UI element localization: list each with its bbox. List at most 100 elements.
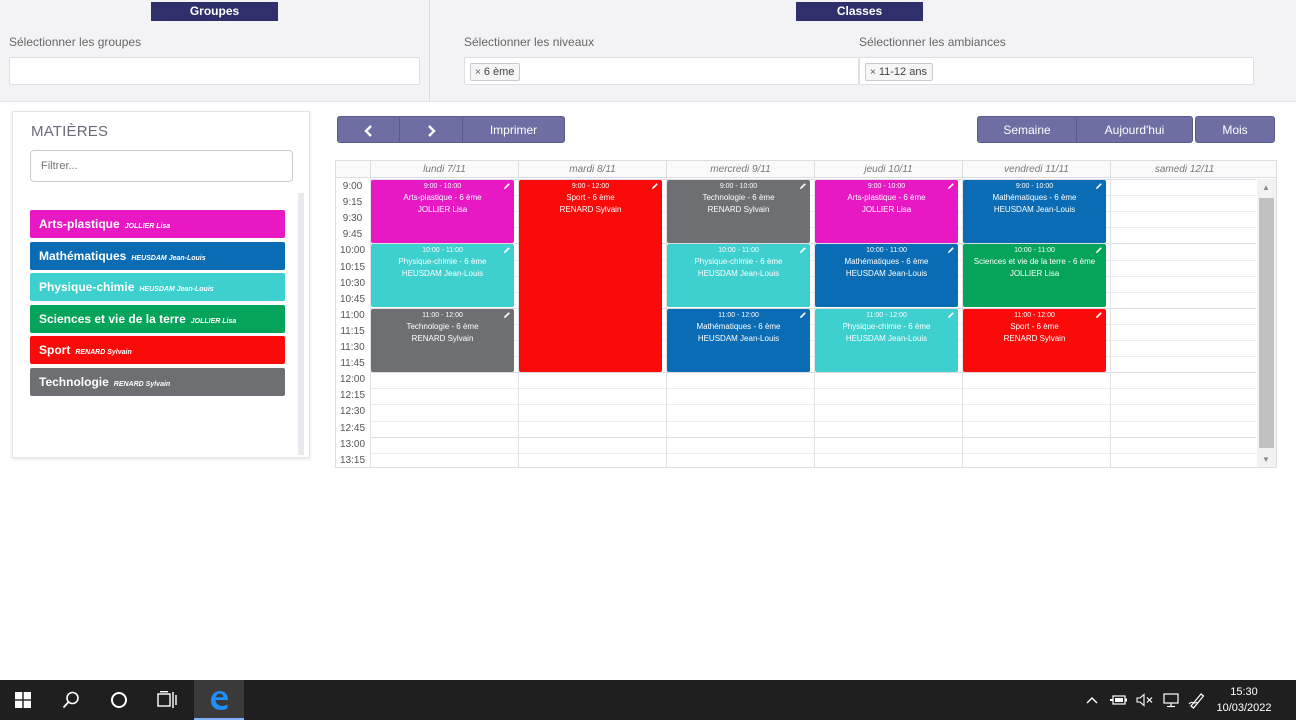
event-teacher: HEUSDAM Jean-Louis [993, 205, 1076, 214]
subject-teacher: HEUSDAM Jean-Louis [139, 286, 214, 293]
subject-item[interactable]: Technologie RENARD Sylvain [30, 368, 285, 396]
search-icon[interactable] [48, 680, 94, 720]
volume-muted-icon[interactable] [1132, 693, 1158, 707]
edit-pencil-icon[interactable] [799, 246, 807, 254]
scroll-up-icon[interactable]: ▲ [1262, 183, 1270, 192]
levels-select[interactable]: × 6 ème [464, 57, 859, 85]
day-header: samedi 12/11 [1110, 161, 1258, 178]
calendar-scrollbar[interactable]: ▲ ▼ [1257, 179, 1276, 467]
edit-pencil-icon[interactable] [651, 182, 659, 190]
event-teacher: RENARD Sylvain [559, 205, 622, 214]
battery-icon[interactable] [1106, 694, 1132, 706]
subject-name: Physique-chimie [39, 280, 135, 294]
cortana-icon[interactable] [96, 680, 142, 720]
prev-button[interactable] [337, 116, 400, 143]
edit-pencil-icon[interactable] [799, 182, 807, 190]
event-time: 11:00 - 12:00 [866, 311, 907, 319]
event-time: 10:00 - 11:00 [422, 247, 463, 255]
subject-name: Mathématiques [39, 249, 127, 263]
subject-teacher: JOLLIER Lisa [124, 223, 171, 230]
edit-pencil-icon[interactable] [799, 311, 807, 319]
scrollbar-thumb[interactable] [1259, 198, 1274, 448]
print-button[interactable]: Imprimer [462, 116, 565, 143]
taskbar-clock[interactable]: 15:30 10/03/2022 [1206, 684, 1282, 716]
event-time: 9:00 - 10:00 [423, 183, 462, 190]
month-view-button[interactable]: Mois [1195, 116, 1275, 143]
calendar-event[interactable]: 9:00 - 12:00 Sport - 6 ème RENARD Sylvain [519, 180, 662, 372]
event-subject: Mathématiques - 6 ème [844, 257, 929, 267]
calendar-event[interactable]: 9:00 - 10:00 Mathématiques - 6 ème HEUSDAM… [963, 180, 1106, 243]
groups-select[interactable] [9, 57, 420, 85]
event-teacher: HEUSDAM Jean-Louis [697, 269, 780, 279]
chip-remove-icon[interactable]: × [870, 67, 876, 78]
filters-divider [429, 0, 430, 102]
event-teacher: JOLLIER Lisa [861, 205, 912, 214]
subject-name: Technologie [39, 375, 109, 389]
calendar-event[interactable]: 10:00 - 11:00 Physique-chimie - 6 ème HEUS… [371, 244, 514, 308]
edit-pencil-icon[interactable] [503, 311, 511, 319]
subject-item[interactable]: Arts-plastique JOLLIER Lisa [30, 210, 285, 238]
time-slot-label: 12:30 [339, 406, 366, 418]
event-subject: Mathématiques - 6 ème [696, 321, 781, 331]
subject-item[interactable]: Physique-chimie HEUSDAM Jean-Louis [30, 273, 285, 301]
time-slot-line [370, 420, 1256, 422]
subject-item[interactable]: Sciences et vie de la terre JOLLIER Lisa [30, 305, 285, 333]
event-subject: Mathématiques - 6 ème [992, 193, 1077, 202]
event-teacher: RENARD Sylvain [1003, 333, 1066, 343]
groups-tab[interactable]: Groupes [151, 2, 278, 21]
week-view-button[interactable]: Semaine [977, 116, 1077, 143]
event-time: 9:00 - 10:00 [719, 183, 758, 190]
time-slot-label: 10:15 [339, 261, 366, 273]
subject-item[interactable]: Mathématiques HEUSDAM Jean-Louis [30, 242, 285, 270]
windows-start-icon[interactable] [0, 680, 46, 720]
edit-pencil-icon[interactable] [947, 182, 955, 190]
chevron-up-icon[interactable] [1084, 696, 1100, 704]
calendar-event[interactable]: 9:00 - 10:00 Arts-plastique - 6 ème JOLLIE… [815, 180, 958, 243]
edit-pencil-icon[interactable] [503, 182, 511, 190]
event-subject: Physique-chimie - 6 ème [842, 321, 931, 331]
ambiances-select[interactable]: × 11-12 ans [859, 57, 1254, 85]
event-teacher: JOLLIER Lisa [417, 205, 468, 214]
edit-pencil-icon[interactable] [947, 311, 955, 319]
calendar-event[interactable]: 11:00 - 12:00 Physique-chimie - 6 ème HEUS… [815, 308, 958, 372]
week-calendar: lundi 7/11 mardi 8/11 mercredi 9/11 jeud… [335, 160, 1277, 468]
edit-pencil-icon[interactable] [1095, 246, 1103, 254]
event-teacher: HEUSDAM Jean-Louis [401, 269, 484, 279]
next-button[interactable] [399, 116, 463, 143]
calendar-event[interactable]: 11:00 - 12:00 Sport - 6 ème RENARD Sylvain [963, 308, 1106, 372]
subjects-filter-input[interactable] [30, 150, 293, 182]
subject-teacher: RENARD Sylvain [113, 381, 171, 388]
edit-pencil-icon[interactable] [1095, 311, 1103, 319]
day-header: lundi 7/11 [370, 161, 518, 178]
event-subject: Technologie - 6 ème [406, 321, 479, 331]
calendar-event[interactable]: 9:00 - 10:00 Technologie - 6 ème RENARD Sy… [667, 180, 810, 243]
today-button[interactable]: Aujourd'hui [1076, 116, 1193, 143]
calendar-event[interactable]: 11:00 - 12:00 Technologie - 6 ème RENARD S… [371, 308, 514, 372]
chip-remove-icon[interactable]: × [475, 67, 481, 78]
edit-pencil-icon[interactable] [947, 246, 955, 254]
subject-item[interactable]: Sport RENARD Sylvain [30, 336, 285, 364]
time-slot-label: 11:15 [340, 325, 365, 337]
level-chip: × 6 ème [470, 63, 521, 81]
edit-pencil-icon[interactable] [1095, 182, 1103, 190]
time-slot-label: 13:00 [339, 438, 366, 450]
calendar-event[interactable]: 10:00 - 11:00 Physique-chimie - 6 ème HEUS… [667, 244, 810, 308]
classes-tab[interactable]: Classes [796, 2, 923, 21]
time-slot-line [370, 452, 1256, 454]
event-subject: Arts-plastique - 6 ème [403, 193, 482, 202]
calendar-header: lundi 7/11 mardi 8/11 mercredi 9/11 jeud… [336, 161, 1276, 178]
day-header: jeudi 10/11 [814, 161, 962, 178]
edge-browser-icon[interactable] [194, 680, 244, 720]
scroll-down-icon[interactable]: ▼ [1262, 455, 1270, 464]
calendar-event[interactable]: 9:00 - 10:00 Arts-plastique - 6 ème JOLLIE… [371, 180, 514, 243]
event-subject: Technologie - 6 ème [702, 193, 775, 202]
filters-bar: Groupes Classes Sélectionner les groupes… [0, 0, 1296, 102]
task-view-icon[interactable] [144, 680, 190, 720]
time-slot-label: 13:15 [339, 454, 366, 466]
calendar-event[interactable]: 10:00 - 11:00 Sciences et vie de la terre… [963, 244, 1106, 308]
network-icon[interactable] [1158, 692, 1184, 708]
calendar-event[interactable]: 10:00 - 11:00 Mathématiques - 6 ème HEUSDA… [815, 244, 958, 308]
edit-pencil-icon[interactable] [503, 246, 511, 254]
time-slot-label: 11:30 [340, 342, 365, 353]
calendar-event[interactable]: 11:00 - 12:00 Mathématiques - 6 ème HEUSDA… [667, 308, 810, 372]
